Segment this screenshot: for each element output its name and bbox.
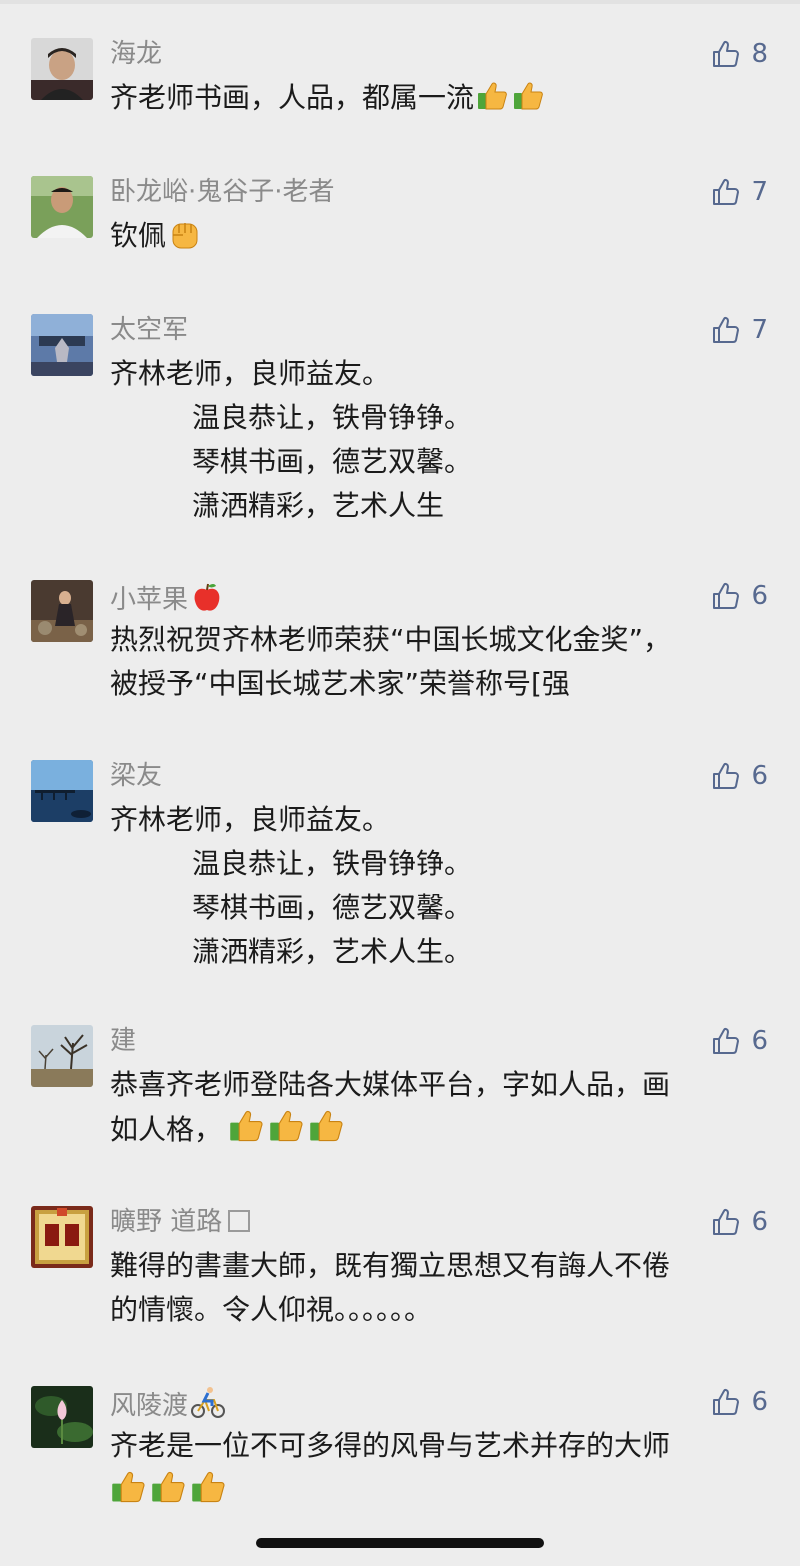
avatar[interactable] xyxy=(31,38,93,100)
comment-line: 齐林老师，良师益友。 xyxy=(110,357,391,390)
thumbs-up-icon xyxy=(711,1207,741,1237)
checkbox-icon xyxy=(228,1210,251,1232)
thumbs-up-icon xyxy=(711,315,741,345)
raised-fist-emoji xyxy=(168,217,202,251)
like-count: 8 xyxy=(751,39,768,69)
commenter-name-text: 曠野 道路 xyxy=(110,1207,223,1237)
commenter-name[interactable]: 建 xyxy=(110,1025,136,1057)
like-button[interactable]: 6 xyxy=(711,580,768,612)
comment-line: 潇洒精彩，艺术人生 xyxy=(192,489,445,522)
thumbs-up-emoji xyxy=(308,1107,346,1145)
thumbs-up-emoji xyxy=(150,1468,188,1506)
comment-line: 齐林老师，良师益友。 xyxy=(110,803,391,836)
thumbs-up-emoji xyxy=(476,79,510,113)
commenter-name[interactable]: 梁友 xyxy=(110,760,162,792)
like-button[interactable]: 6 xyxy=(711,1206,768,1238)
commenter-name[interactable]: 曠野 道路 xyxy=(110,1206,251,1238)
like-button[interactable]: 6 xyxy=(711,1025,768,1057)
top-divider xyxy=(0,0,800,4)
comment-line: 琴棋书画，德艺双馨。 xyxy=(192,445,473,478)
like-button[interactable]: 6 xyxy=(711,1386,768,1418)
like-button[interactable]: 7 xyxy=(711,176,768,208)
avatar[interactable] xyxy=(31,1386,93,1448)
comment-line: 温良恭让，铁骨铮铮。 xyxy=(192,847,473,880)
comment-text: 難得的書畫大師，既有獨立思想又有誨人不倦 的情懷。令人仰視。。。。。。 xyxy=(110,1244,770,1332)
like-count: 7 xyxy=(751,315,768,345)
thumbs-up-icon xyxy=(711,177,741,207)
home-indicator[interactable] xyxy=(256,1538,544,1548)
red-apple-emoji xyxy=(190,580,224,614)
comment-text: 热烈祝贺齐林老师荣获“中国长城文化金奖”， 被授予“中国长城艺术家”荣誉称号[强 xyxy=(110,618,770,706)
comment-line: 難得的書畫大師，既有獨立思想又有誨人不倦 xyxy=(110,1249,671,1282)
comment-line: 琴棋书画，德艺双馨。 xyxy=(192,891,473,924)
comment-line: 恭喜齐老师登陆各大媒体平台，字如人品，画 xyxy=(110,1068,671,1101)
like-count: 6 xyxy=(751,1387,768,1417)
commenter-name[interactable]: 海龙 xyxy=(110,38,162,70)
avatar[interactable] xyxy=(31,580,93,642)
comment-line: 的情懷。令人仰視。。。。。。 xyxy=(110,1293,433,1326)
commenter-name-text: 小苹果 xyxy=(110,585,189,615)
comment-text: 齐林老师，良师益友。 温良恭让，铁骨铮铮。 琴棋书画，德艺双馨。 潇洒精彩，艺术… xyxy=(110,798,770,974)
comment-text: 恭喜齐老师登陆各大媒体平台，字如人品，画 如人格， xyxy=(110,1063,770,1152)
avatar[interactable] xyxy=(31,1025,93,1087)
like-button[interactable]: 8 xyxy=(711,38,768,70)
like-count: 6 xyxy=(751,1207,768,1237)
like-count: 7 xyxy=(751,177,768,207)
like-button[interactable]: 7 xyxy=(711,314,768,346)
comment-line: 如人格， xyxy=(110,1113,223,1146)
comment-line: 温良恭让，铁骨铮铮。 xyxy=(192,401,473,434)
like-count: 6 xyxy=(751,1026,768,1056)
thumbs-up-icon xyxy=(711,39,741,69)
comment-line: 被授予“中国长城艺术家”荣誉称号[强 xyxy=(110,667,570,700)
comment-line: 热烈祝贺齐林老师荣获“中国长城文化金奖”， xyxy=(110,623,672,656)
thumbs-up-icon xyxy=(711,761,741,791)
like-count: 6 xyxy=(751,761,768,791)
avatar[interactable] xyxy=(31,1206,93,1268)
thumbs-up-emoji xyxy=(512,79,546,113)
commenter-name[interactable]: 风陵渡 xyxy=(110,1386,226,1422)
thumbs-up-icon xyxy=(711,1387,741,1417)
comment-text: 齐林老师，良师益友。 温良恭让，铁骨铮铮。 琴棋书画，德艺双馨。 潇洒精彩，艺术… xyxy=(110,352,770,528)
comment-text: 钦佩 xyxy=(110,214,770,258)
thumbs-up-emoji xyxy=(190,1468,228,1506)
commenter-name[interactable]: 小苹果 xyxy=(110,580,224,616)
like-button[interactable]: 6 xyxy=(711,760,768,792)
thumbs-up-emoji xyxy=(268,1107,306,1145)
comment-line: 钦佩 xyxy=(110,219,167,252)
avatar[interactable] xyxy=(31,176,93,238)
avatar[interactable] xyxy=(31,760,93,822)
comment-text: 齐老师书画，人品，都属一流 xyxy=(110,76,770,120)
comment-line: 齐老是一位不可多得的风骨与艺术并存的大师 xyxy=(110,1429,671,1462)
commenter-name-text: 风陵渡 xyxy=(110,1391,189,1421)
thumbs-up-icon xyxy=(711,1026,741,1056)
commenter-name[interactable]: 卧龙峪·鬼谷子·老者 xyxy=(110,176,335,208)
thumbs-up-emoji xyxy=(110,1468,148,1506)
comment-text: 齐老是一位不可多得的风骨与艺术并存的大师 xyxy=(110,1424,770,1513)
avatar[interactable] xyxy=(31,314,93,376)
thumbs-up-icon xyxy=(711,581,741,611)
comment-line: 潇洒精彩，艺术人生。 xyxy=(192,935,473,968)
cyclist-emoji xyxy=(190,1386,226,1420)
thumbs-up-emoji xyxy=(228,1107,266,1145)
commenter-name[interactable]: 太空军 xyxy=(110,314,188,346)
like-count: 6 xyxy=(751,581,768,611)
comment-line: 齐老师书画，人品，都属一流 xyxy=(110,81,475,114)
